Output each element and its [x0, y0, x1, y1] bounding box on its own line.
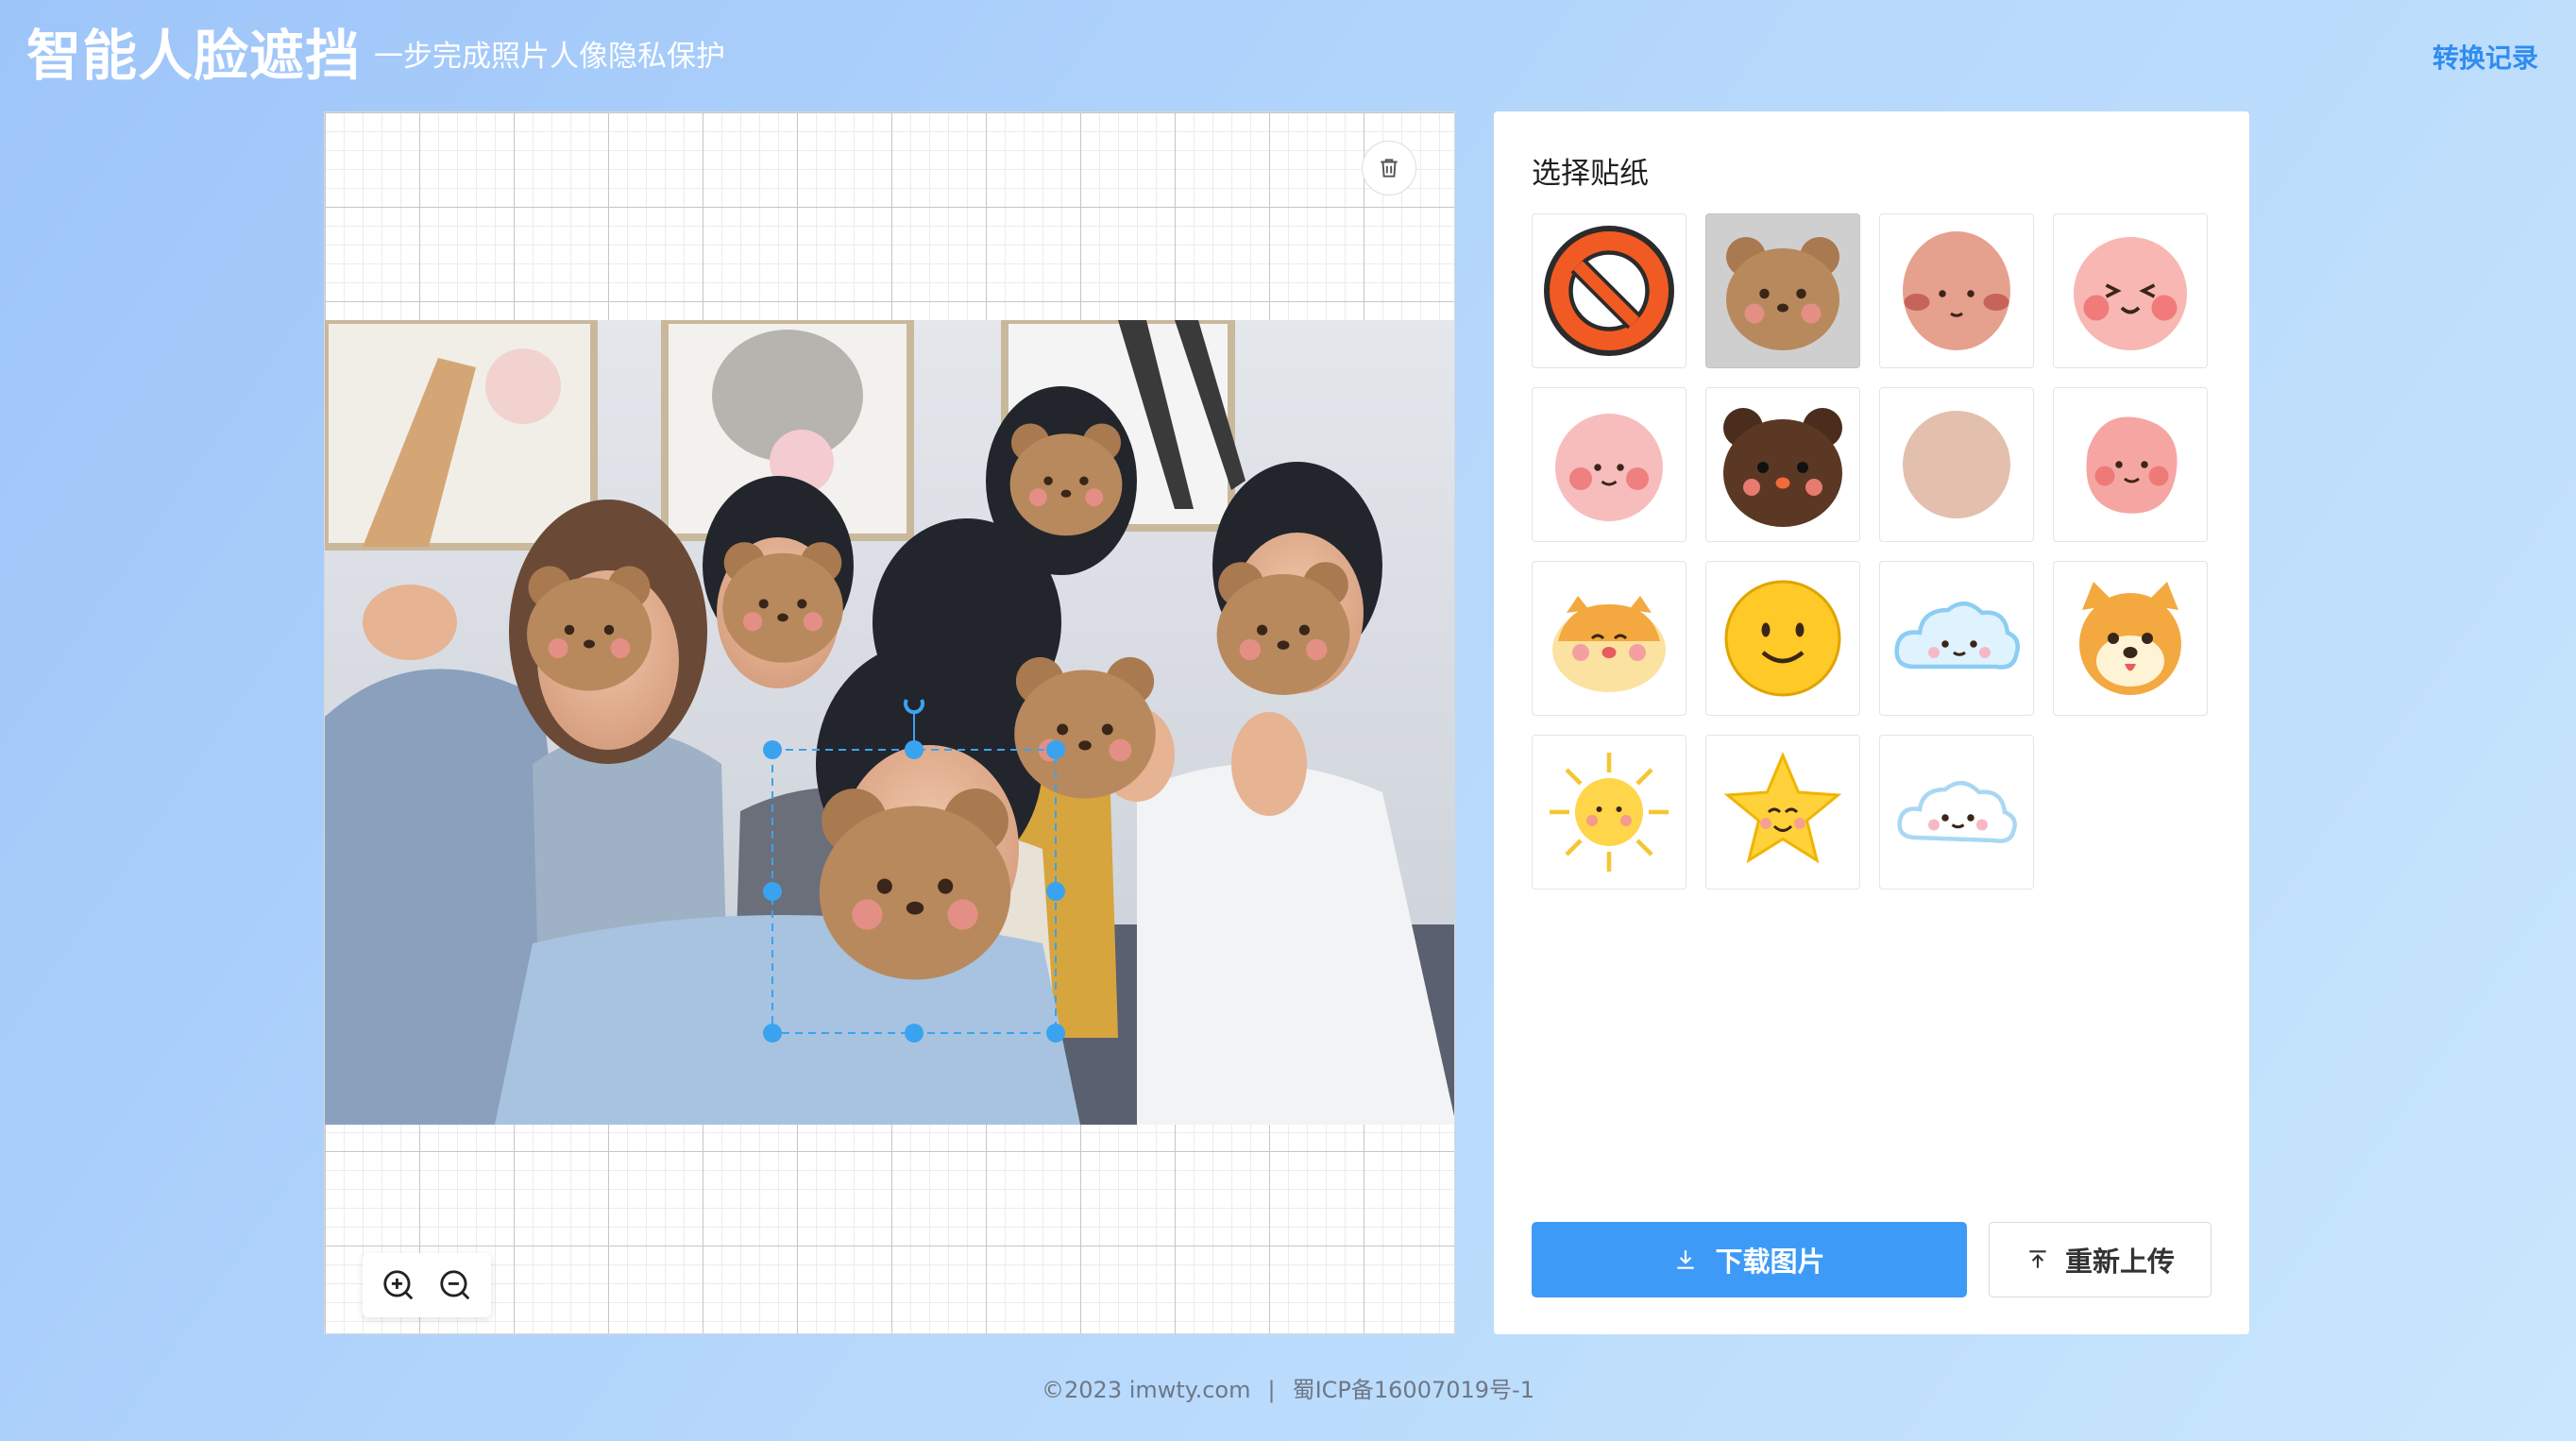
sticker-shiba-bun[interactable]	[1532, 561, 1686, 716]
sticker-grid	[1532, 213, 2212, 890]
zoom-out-icon	[440, 1270, 470, 1300]
sticker-shiba-dog[interactable]	[2053, 561, 2208, 716]
app-subtitle: 一步完成照片人像隐私保护	[374, 40, 725, 74]
sticker-star[interactable]	[1705, 735, 1860, 890]
sticker-pink-laughing-face[interactable]	[2053, 213, 2208, 368]
sticker-pink-brush-face[interactable]	[2053, 387, 2208, 542]
sticker-blue-cloud[interactable]	[1879, 561, 2034, 716]
trash-icon	[1381, 159, 1398, 178]
panel-title: 选择贴纸	[1532, 157, 1649, 191]
download-button[interactable]: 下载图片	[1532, 1222, 1967, 1297]
zoom-in-button[interactable]	[378, 1264, 419, 1306]
download-icon	[1677, 1250, 1695, 1269]
sticker-brown-bear-plush[interactable]	[1705, 213, 1860, 368]
sticker-sun[interactable]	[1532, 735, 1686, 890]
copyright-text: ©2023 imwty.com	[1042, 1377, 1251, 1403]
zoom-controls	[363, 1253, 491, 1317]
zoom-out-button[interactable]	[434, 1264, 476, 1306]
icp-link[interactable]: 蜀ICP备16007019号-1	[1293, 1377, 1534, 1403]
footer: ©2023 imwty.com | 蜀ICP备16007019号-1	[0, 1373, 2576, 1407]
sticker-yellow-smiley[interactable]	[1705, 561, 1860, 716]
sticker-beige-circle[interactable]	[1879, 387, 2034, 542]
conversion-history-link[interactable]: 转换记录	[2432, 40, 2538, 77]
reupload-button[interactable]: 重新上传	[1989, 1222, 2212, 1297]
delete-button[interactable]	[1362, 141, 1416, 195]
sticker-pink-face[interactable]	[1879, 213, 2034, 368]
sticker-no-sign[interactable]	[1532, 213, 1686, 368]
zoom-in-icon	[383, 1270, 414, 1300]
upload-icon	[2029, 1250, 2046, 1268]
sticker-panel: 选择贴纸 下载图片 重新上传	[1494, 111, 2249, 1334]
footer-separator: |	[1267, 1377, 1276, 1403]
app-title: 智能人脸遮挡	[26, 24, 362, 88]
sticker-dark-brown-bear[interactable]	[1705, 387, 1860, 542]
selection-box[interactable]	[325, 320, 1455, 1125]
sticker-white-cloud[interactable]	[1879, 735, 2034, 890]
uploaded-photo[interactable]	[325, 320, 1455, 1125]
download-label: 下载图片	[1715, 1246, 1825, 1278]
canvas-editor[interactable]	[324, 111, 1455, 1334]
sticker-pink-fluffy-face[interactable]	[1532, 387, 1686, 542]
reupload-label: 重新上传	[2064, 1246, 2175, 1278]
